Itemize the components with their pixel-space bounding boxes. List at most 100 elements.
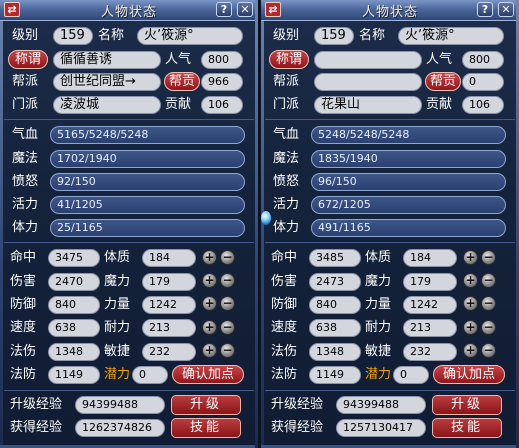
divider: [4, 390, 254, 391]
damage-label: 伤害: [10, 274, 37, 289]
constitution-plus-button[interactable]: +: [463, 250, 478, 265]
magic-defense-value: 1149: [48, 366, 100, 384]
contribution-value: 106: [462, 96, 504, 114]
gained-exp-label: 获得经验: [10, 420, 63, 435]
magic-power-label: 魔力: [365, 274, 392, 289]
level-value: 159: [314, 27, 354, 45]
title-button[interactable]: 称谓: [269, 50, 309, 69]
title-bar[interactable]: ⇄ 人物状态 ? ✕: [0, 0, 258, 21]
skills-button[interactable]: 技能: [432, 418, 502, 438]
strength-plus-button[interactable]: +: [202, 296, 217, 311]
constitution-value: 184: [142, 249, 196, 267]
gang-contribution-button[interactable]: 帮贡: [164, 72, 200, 91]
help-button[interactable]: ?: [477, 2, 493, 17]
magic-power-minus-button[interactable]: −: [220, 273, 235, 288]
potential-value: 0: [393, 366, 429, 384]
defense-value: 840: [309, 296, 361, 314]
constitution-minus-button[interactable]: −: [220, 250, 235, 265]
mp-label: 魔法: [273, 151, 300, 166]
magic-power-value: 179: [403, 273, 457, 291]
endurance-plus-button[interactable]: +: [463, 320, 478, 335]
endurance-value: 213: [142, 319, 196, 337]
strength-label: 力量: [104, 297, 131, 312]
hit-label: 命中: [271, 250, 298, 265]
close-button[interactable]: ✕: [237, 2, 253, 17]
hp-bar: 5165/5248/5248: [50, 126, 245, 144]
gang-value: [314, 73, 422, 91]
confirm-points-button[interactable]: 确认加点: [433, 365, 505, 384]
mp-bar: 1835/1940: [311, 150, 506, 168]
agility-value: 232: [142, 343, 196, 361]
title-button[interactable]: 称谓: [8, 50, 48, 69]
speed-label: 速度: [10, 320, 37, 335]
magic-damage-label: 法伤: [271, 344, 298, 359]
stamina-label: 体力: [273, 220, 300, 235]
title-bar[interactable]: ⇄ 人物状态 ? ✕: [261, 0, 519, 21]
sect-label: 门派: [273, 97, 300, 112]
magic-power-plus-button[interactable]: +: [463, 273, 478, 288]
agility-minus-button[interactable]: −: [220, 343, 235, 358]
mp-label: 魔法: [12, 151, 39, 166]
hit-value: 3485: [309, 249, 361, 267]
confirm-points-button[interactable]: 确认加点: [172, 365, 244, 384]
name-label: 名称: [359, 28, 386, 43]
magic-power-plus-button[interactable]: +: [202, 273, 217, 288]
magic-power-minus-button[interactable]: −: [481, 273, 496, 288]
gang-contribution-value: 966: [201, 73, 243, 91]
agility-plus-button[interactable]: +: [463, 343, 478, 358]
endurance-label: 耐力: [365, 320, 392, 335]
divider: [265, 119, 515, 120]
orb-icon: [261, 211, 271, 225]
help-button[interactable]: ?: [216, 2, 232, 17]
divider: [4, 119, 254, 120]
stamina-label: 体力: [12, 220, 39, 235]
strength-plus-button[interactable]: +: [463, 296, 478, 311]
gang-contribution-button[interactable]: 帮贡: [425, 72, 461, 91]
character-status-panel-right: ⇄ 人物状态 ? ✕ 级别 159 名称 火’筱源° 称谓 人气 800 帮派 …: [261, 0, 519, 448]
speed-value: 638: [48, 319, 100, 337]
skills-button[interactable]: 技能: [171, 418, 241, 438]
magic-power-value: 179: [142, 273, 196, 291]
title-value: 循循善诱: [53, 51, 161, 69]
level-value: 159: [53, 27, 93, 45]
agility-plus-button[interactable]: +: [202, 343, 217, 358]
gained-exp-label: 获得经验: [271, 420, 324, 435]
gang-value: 创世纪同盟→: [53, 73, 161, 91]
level-label: 级别: [273, 28, 300, 43]
damage-value: 2473: [309, 273, 361, 291]
endurance-value: 213: [403, 319, 457, 337]
endurance-plus-button[interactable]: +: [202, 320, 217, 335]
agility-label: 敏捷: [104, 344, 131, 359]
endurance-minus-button[interactable]: −: [481, 320, 496, 335]
title-value: [314, 51, 422, 69]
divider: [265, 242, 515, 243]
potential-label: 潜力: [104, 367, 131, 382]
popularity-value: 800: [201, 51, 243, 69]
constitution-plus-button[interactable]: +: [202, 250, 217, 265]
hp-bar: 5248/5248/5248: [311, 126, 506, 144]
contribution-label: 贡献: [426, 97, 453, 112]
constitution-minus-button[interactable]: −: [481, 250, 496, 265]
agility-minus-button[interactable]: −: [481, 343, 496, 358]
strength-minus-button[interactable]: −: [481, 296, 496, 311]
hp-label: 气血: [273, 127, 300, 142]
sect-value: 凌波城: [53, 96, 161, 114]
upgrade-button[interactable]: 升级: [432, 395, 502, 415]
gang-contribution-value: 0: [462, 73, 504, 91]
magic-defense-label: 法防: [10, 367, 37, 382]
agility-label: 敏捷: [365, 344, 392, 359]
strength-minus-button[interactable]: −: [220, 296, 235, 311]
agility-value: 232: [403, 343, 457, 361]
upgrade-button[interactable]: 升级: [171, 395, 241, 415]
strength-label: 力量: [365, 297, 392, 312]
endurance-minus-button[interactable]: −: [220, 320, 235, 335]
upgrade-exp-label: 升级经验: [10, 397, 63, 412]
strength-value: 1242: [142, 296, 196, 314]
vitality-label: 活力: [273, 197, 300, 212]
popularity-label: 人气: [426, 52, 453, 67]
close-button[interactable]: ✕: [498, 2, 514, 17]
constitution-label: 体质: [365, 250, 392, 265]
magic-defense-value: 1149: [309, 366, 361, 384]
vitality-bar: 41/1205: [50, 196, 245, 214]
magic-damage-label: 法伤: [10, 344, 37, 359]
